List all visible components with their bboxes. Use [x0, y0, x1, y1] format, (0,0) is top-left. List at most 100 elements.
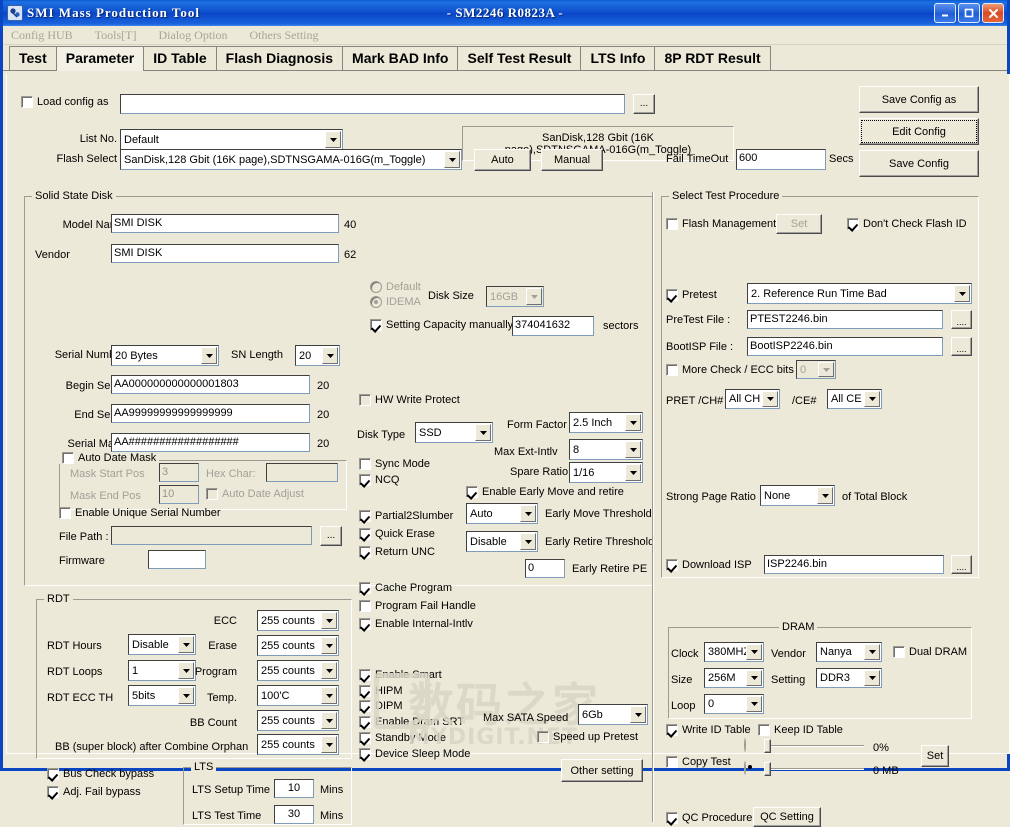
early-move-threshold-combo[interactable]: Auto	[466, 503, 538, 524]
write-id-table-checkbox[interactable]: Write ID Table	[666, 724, 751, 736]
pretest-file-input[interactable]: PTEST2246.bin	[747, 310, 943, 329]
early-retire-pe-input[interactable]: 0	[525, 559, 565, 578]
sn-length-combo[interactable]: 20	[295, 345, 340, 366]
pretest-file-browse-button[interactable]: ....	[951, 310, 972, 329]
flash-management-checkbox[interactable]: Flash Management	[666, 218, 776, 230]
enable-smart-checkbox[interactable]: Enable Smart	[359, 669, 442, 681]
rdt-ecc-th-combo[interactable]: 5bits	[128, 685, 196, 706]
cache-program-checkbox[interactable]: Cache Program	[359, 582, 452, 594]
chevron-down-icon[interactable]	[625, 464, 641, 481]
form-factor-combo[interactable]: 2.5 Inch	[569, 412, 643, 433]
early-retire-threshold-combo[interactable]: Disable	[466, 531, 538, 552]
chevron-down-icon[interactable]	[630, 706, 646, 723]
chevron-down-icon[interactable]	[625, 414, 641, 431]
enable-unique-serial-number-checkbox[interactable]: Enable Unique Serial Number	[59, 507, 221, 519]
menu-item-others-setting[interactable]: Others Setting	[250, 28, 319, 43]
dual-dram-checkbox[interactable]: Dual DRAM	[893, 646, 967, 658]
lts-setup-time-input[interactable]: 10	[274, 779, 314, 798]
auto-date-mask-checkbox[interactable]: Auto Date Mask	[59, 452, 160, 464]
tab-self-test-result[interactable]: Self Test Result	[457, 46, 582, 70]
pretest-mode-combo[interactable]: 2. Reference Run Time Bad	[747, 283, 972, 304]
hex-char-input[interactable]	[266, 463, 338, 482]
quick-erase-checkbox[interactable]: Quick Erase	[359, 528, 435, 540]
slider-thumb[interactable]	[764, 762, 771, 776]
chevron-down-icon[interactable]	[444, 151, 460, 168]
chevron-down-icon[interactable]	[864, 644, 880, 660]
bus-check-bypass-checkbox[interactable]: Bus Check bypass	[47, 768, 154, 780]
model-name-input[interactable]: SMI DISK	[111, 214, 339, 233]
chevron-down-icon[interactable]	[520, 505, 536, 522]
keep-id-table-checkbox[interactable]: Keep ID Table	[758, 724, 843, 736]
chevron-down-icon[interactable]	[475, 424, 491, 441]
adj-fail-bypass-checkbox[interactable]: Adj. Fail bypass	[47, 786, 141, 798]
dipm-checkbox[interactable]: DIPM	[359, 700, 403, 712]
enable-internal-intlv-checkbox[interactable]: Enable Internal-Intlv	[359, 618, 473, 630]
tab-test[interactable]: Test	[9, 46, 57, 70]
end-serial-input[interactable]: AA99999999999999999	[111, 404, 310, 423]
chevron-down-icon[interactable]	[762, 391, 778, 407]
tab-mark-bad-info[interactable]: Mark BAD Info	[342, 46, 459, 70]
tab-flash-diagnosis[interactable]: Flash Diagnosis	[215, 46, 344, 70]
rdt-hours-combo[interactable]: Disable	[128, 634, 196, 655]
menu-item-tools[interactable]: Tools[T]	[95, 28, 137, 43]
disk-size-combo[interactable]: 16GB	[486, 286, 544, 307]
load-config-as-checkbox[interactable]: Load config as	[21, 96, 109, 108]
minimize-button[interactable]	[934, 3, 956, 23]
slider-thumb[interactable]	[764, 739, 771, 753]
mb-radio[interactable]	[744, 761, 746, 775]
dram-vendor-combo[interactable]: Nanya	[816, 642, 882, 662]
list-no-combo[interactable]: Default	[120, 129, 343, 150]
serial-number-combo[interactable]: 20 Bytes	[111, 345, 219, 366]
chevron-down-icon[interactable]	[321, 736, 337, 753]
chevron-down-icon[interactable]	[322, 347, 338, 364]
auto-date-adjust-checkbox[interactable]: Auto Date Adjust	[206, 488, 304, 500]
chevron-down-icon[interactable]	[201, 347, 217, 364]
hw-write-protect-checkbox[interactable]: HW Write Protect	[359, 394, 460, 406]
download-isp-checkbox[interactable]: Download ISP	[666, 559, 752, 571]
chevron-down-icon[interactable]	[321, 712, 337, 729]
manual-button[interactable]: Manual	[541, 149, 603, 171]
load-config-browse-button[interactable]: ...	[633, 94, 655, 114]
more-check-ecc-bits-checkbox[interactable]: More Check / ECC bits	[666, 364, 794, 376]
ce-combo[interactable]: All CE	[827, 389, 882, 409]
flash-management-set-button[interactable]: Set	[776, 214, 822, 234]
enable-early-move-checkbox[interactable]: Enable Early Move and retire	[466, 486, 624, 498]
bootisp-file-input[interactable]: BootISP2246.bin	[747, 337, 943, 356]
save-config-button[interactable]: Save Config	[859, 150, 979, 177]
download-isp-input[interactable]: ISP2246.bin	[764, 555, 944, 574]
dram-loop-combo[interactable]: 0	[704, 694, 764, 714]
begin-serial-input[interactable]: AA000000000000001803	[111, 375, 310, 394]
chevron-down-icon[interactable]	[746, 696, 762, 712]
flash-select-combo[interactable]: SanDisk,128 Gbit (16K page),SDTNSGAMA-01…	[120, 149, 462, 170]
sync-mode-checkbox[interactable]: Sync Mode	[359, 458, 430, 470]
dont-check-flash-id-checkbox[interactable]: Don't Check Flash ID	[847, 218, 967, 230]
menu-item-dialog-option[interactable]: Dialog Option	[159, 28, 228, 43]
strong-page-ratio-combo[interactable]: None	[760, 485, 835, 506]
file-path-input[interactable]	[111, 526, 312, 545]
max-ext-intlv-combo[interactable]: 8	[569, 439, 643, 460]
max-sata-speed-combo[interactable]: 6Gb	[578, 704, 648, 725]
bb-super-block-combo[interactable]: 255 counts	[257, 734, 339, 755]
standby-mode-checkbox[interactable]: Standby Mode	[359, 732, 446, 744]
vendor-input[interactable]: SMI DISK	[111, 244, 339, 263]
mb-slider[interactable]	[764, 761, 864, 777]
chevron-down-icon[interactable]	[321, 612, 337, 629]
setting-capacity-manually-checkbox[interactable]: Setting Capacity manually	[370, 319, 513, 331]
chevron-down-icon[interactable]	[817, 487, 833, 504]
qc-setting-button[interactable]: QC Setting	[753, 807, 821, 827]
chevron-down-icon[interactable]	[325, 131, 341, 148]
chevron-down-icon[interactable]	[321, 637, 337, 654]
percent-slider[interactable]	[764, 738, 864, 754]
auto-button[interactable]: Auto	[474, 149, 531, 171]
chevron-down-icon[interactable]	[321, 662, 337, 679]
tab-8p-rdt-result[interactable]: 8P RDT Result	[654, 46, 771, 70]
chevron-down-icon[interactable]	[746, 670, 762, 686]
partial2slumber-checkbox[interactable]: Partial2Slumber	[359, 510, 453, 522]
file-path-browse-button[interactable]: ...	[320, 526, 342, 546]
chevron-down-icon[interactable]	[526, 288, 542, 305]
hipm-checkbox[interactable]: HIPM	[359, 685, 403, 697]
dram-setting-combo[interactable]: DDR3	[816, 668, 882, 688]
enable-dram-srt-checkbox[interactable]: Enable Dram SRT	[359, 716, 464, 728]
maximize-button[interactable]	[958, 3, 980, 23]
temp-combo[interactable]: 100'C	[257, 685, 339, 706]
